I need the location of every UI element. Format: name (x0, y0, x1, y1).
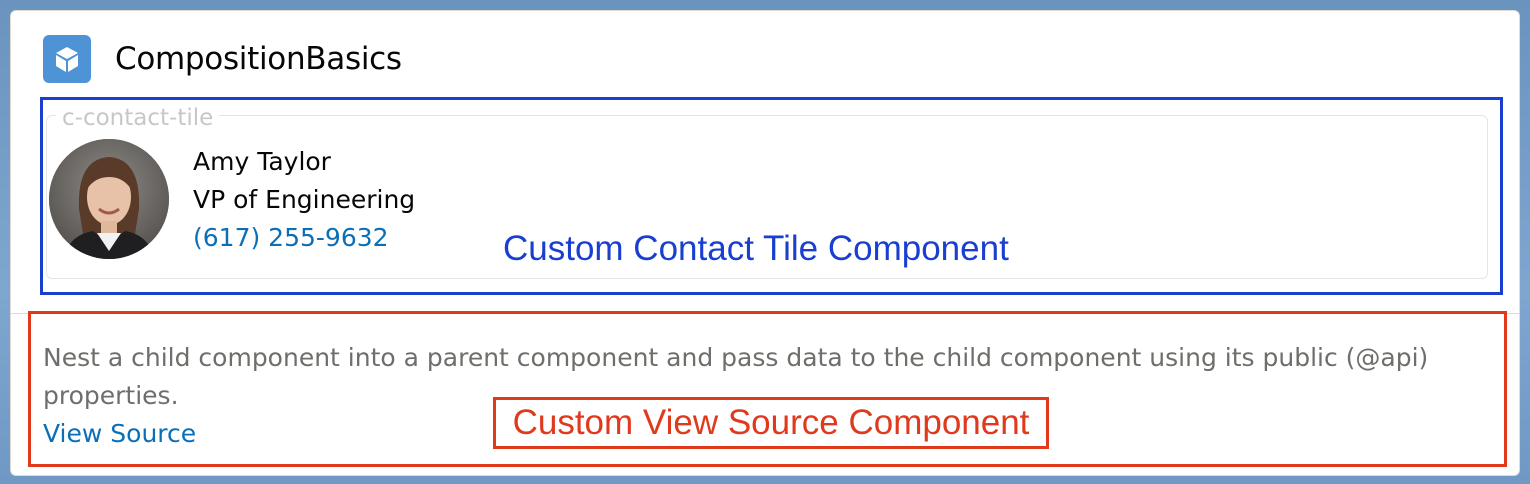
card-header: CompositionBasics (43, 35, 402, 83)
card-title: CompositionBasics (115, 41, 402, 77)
cube-icon (43, 35, 91, 83)
contact-tile-annotation-label: Custom Contact Tile Component (503, 229, 1009, 268)
recipe-card: CompositionBasics c-contact-tile Amy Tay… (10, 10, 1520, 476)
view-source-annotation-label: Custom View Source Component (493, 397, 1049, 449)
